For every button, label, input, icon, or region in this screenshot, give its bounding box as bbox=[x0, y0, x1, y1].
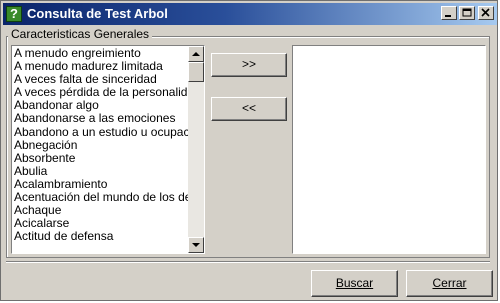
list-item[interactable]: Absorbente bbox=[14, 151, 188, 165]
list-items: A menudo engreimiento A menudo madurez l… bbox=[14, 47, 188, 243]
group-label: Caracteristicas Generales bbox=[8, 27, 153, 41]
selected-list[interactable] bbox=[292, 45, 486, 254]
close-window-button[interactable] bbox=[478, 6, 494, 20]
list-item[interactable]: Actitud de defensa bbox=[14, 230, 188, 243]
list-item[interactable]: Abandono a un estudio u ocupación bbox=[14, 125, 188, 139]
list-item[interactable]: Abulia bbox=[14, 164, 188, 178]
maximize-button[interactable] bbox=[459, 6, 475, 20]
scroll-down-button[interactable] bbox=[188, 237, 204, 253]
list-item[interactable]: Abandonarse a las emociones bbox=[14, 112, 188, 125]
list-item[interactable]: Abnegación bbox=[14, 138, 188, 152]
minimize-icon bbox=[445, 15, 451, 17]
remove-button[interactable]: << bbox=[211, 97, 287, 121]
window-title: Consulta de Test Arbol bbox=[27, 6, 168, 21]
close-button-label: Cerrar bbox=[432, 276, 467, 290]
vertical-scrollbar[interactable] bbox=[188, 46, 204, 253]
title-bar[interactable]: ? Consulta de Test Arbol bbox=[3, 3, 497, 25]
add-button[interactable]: >> bbox=[211, 53, 287, 77]
search-button-label: Buscar bbox=[335, 276, 374, 290]
scroll-thumb[interactable] bbox=[188, 62, 204, 82]
close-button[interactable]: Cerrar bbox=[406, 270, 493, 297]
close-icon bbox=[481, 8, 490, 17]
maximize-icon bbox=[462, 8, 472, 17]
question-icon: ? bbox=[6, 6, 22, 22]
arrow-up-icon bbox=[192, 52, 200, 56]
characteristics-list[interactable]: A menudo engreimiento A menudo madurez l… bbox=[11, 45, 205, 254]
scroll-up-button[interactable] bbox=[188, 46, 204, 62]
arrow-down-icon bbox=[192, 243, 200, 247]
minimize-button[interactable] bbox=[441, 6, 457, 20]
divider bbox=[6, 261, 490, 263]
search-button[interactable]: Buscar bbox=[311, 270, 398, 297]
